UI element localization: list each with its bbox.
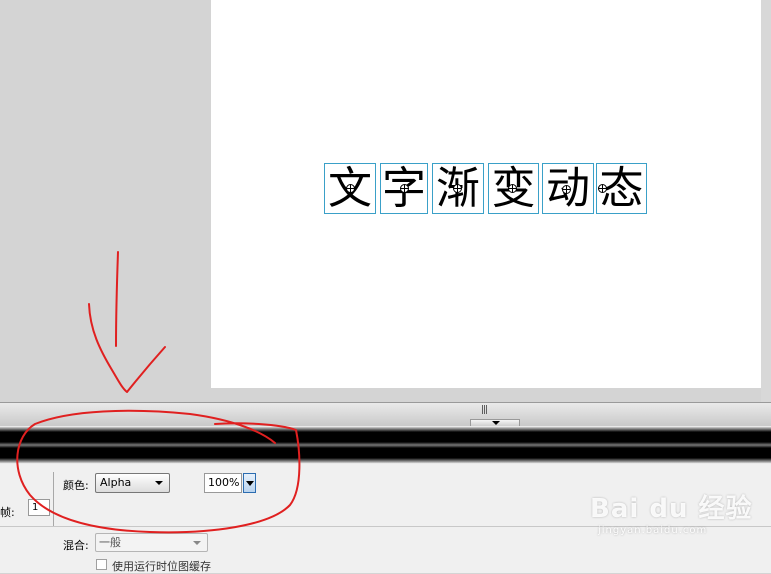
text-glyph-4[interactable]: 变 bbox=[488, 163, 539, 214]
watermark-logo: Bai du 经验 bbox=[590, 494, 753, 524]
section-divider bbox=[53, 472, 54, 526]
color-effect-value: Alpha bbox=[100, 476, 132, 489]
text-glyph-5[interactable]: 动 bbox=[542, 163, 594, 214]
blend-mode-value: 一般 bbox=[99, 536, 121, 549]
frame-field[interactable]: 1 bbox=[28, 499, 50, 516]
panel-header-bar bbox=[0, 426, 771, 464]
color-effect-select[interactable]: Alpha bbox=[95, 473, 170, 493]
registration-point-icon bbox=[598, 184, 607, 193]
dropdown-arrow-icon bbox=[193, 541, 201, 545]
stage-canvas[interactable]: 文 字 渐 变 动 态 bbox=[211, 0, 761, 388]
blend-mode-select[interactable]: 一般 bbox=[95, 533, 208, 552]
stage-right-gutter bbox=[761, 0, 771, 402]
baidu-watermark: Bai du 经验 jingyan.baidu.com bbox=[590, 488, 753, 536]
text-glyph-2[interactable]: 字 bbox=[380, 163, 428, 214]
workspace-pasteboard: 文 字 渐 变 动 态 bbox=[0, 0, 771, 402]
watermark-url: jingyan.baidu.com bbox=[598, 525, 708, 536]
blend-label: 混合: bbox=[63, 539, 89, 552]
alpha-value-field[interactable]: 100% bbox=[204, 473, 242, 493]
splitter-grip[interactable]: ||| bbox=[481, 405, 488, 415]
text-glyph-3[interactable]: 渐 bbox=[432, 163, 484, 214]
dropdown-arrow-icon bbox=[155, 481, 163, 485]
text-glyph-1[interactable]: 文 bbox=[324, 163, 376, 214]
registration-point-icon bbox=[453, 184, 462, 193]
bitmap-cache-checkbox[interactable] bbox=[96, 559, 107, 570]
text-glyph-6[interactable]: 态 bbox=[596, 163, 647, 214]
registration-point-icon bbox=[346, 184, 355, 193]
registration-point-icon bbox=[508, 184, 517, 193]
frame-label: 帧: bbox=[0, 506, 15, 519]
registration-point-icon bbox=[562, 185, 571, 194]
color-label: 颜色: bbox=[63, 479, 89, 492]
panel-splitter[interactable]: ||| bbox=[0, 402, 771, 427]
registration-point-icon bbox=[400, 184, 409, 193]
alpha-slider-button[interactable] bbox=[243, 473, 256, 493]
bitmap-cache-label: 使用运行时位图缓存 bbox=[112, 560, 211, 573]
